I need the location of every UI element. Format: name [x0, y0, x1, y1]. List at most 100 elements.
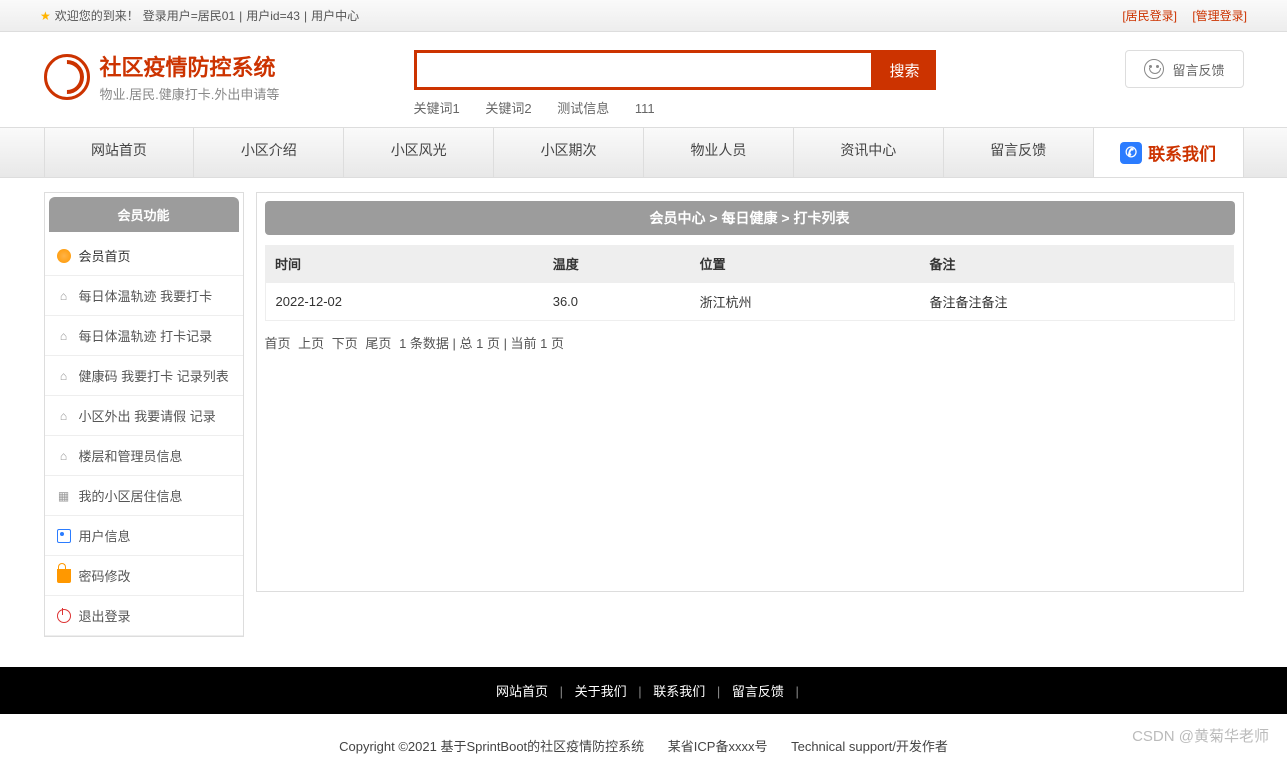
login-user: 登录用户=居民01 [143, 7, 235, 24]
home-icon: ⌂ [57, 449, 71, 463]
tech-text: Technical support/开发作者 [791, 739, 948, 754]
breadcrumb: 会员中心 > 每日健康 > 打卡列表 [265, 201, 1235, 235]
cell-time: 2022-12-02 [265, 283, 543, 321]
sep: | [239, 9, 242, 23]
records-table: 时间 温度 位置 备注 2022-12-02 36.0 浙江杭州 备注备注备注 [265, 245, 1235, 321]
nav-phase[interactable]: 小区期次 [494, 128, 644, 177]
feedback-button[interactable]: 留言反馈 [1125, 50, 1243, 88]
sep: | [304, 9, 307, 23]
home-icon: ⌂ [57, 289, 71, 303]
resident-login-link[interactable]: [居民登录] [1122, 9, 1177, 23]
sidebar-title: 会员功能 [49, 197, 239, 232]
nav-staff[interactable]: 物业人员 [644, 128, 794, 177]
footer-link-feedback[interactable]: 留言反馈 [732, 684, 784, 699]
power-icon [57, 609, 71, 623]
sidebar-item-home[interactable]: 会员首页 [45, 236, 243, 276]
nav-feedback[interactable]: 留言反馈 [944, 128, 1094, 177]
footer-links: 网站首页 | 关于我们 | 联系我们 | 留言反馈 | [0, 667, 1287, 714]
phone-icon: ✆ [1120, 142, 1142, 164]
circle-icon [57, 249, 71, 263]
sidebar-item-label: 每日体温轨迹 打卡记录 [79, 326, 213, 345]
nav: 网站首页 小区介绍 小区风光 小区期次 物业人员 资讯中心 留言反馈 ✆ 联系我… [0, 127, 1287, 178]
grid-icon: ▦ [57, 489, 71, 503]
pager-summary: 1 条数据 | 总 1 页 | 当前 1 页 [399, 336, 564, 351]
th-temp: 温度 [543, 245, 690, 283]
footer-link-about[interactable]: 关于我们 [575, 684, 627, 699]
lock-icon [57, 569, 71, 583]
feedback-label: 留言反馈 [1172, 60, 1224, 79]
footer-link-home[interactable]: 网站首页 [496, 684, 548, 699]
watermark: CSDN @黄菊华老师 [1132, 725, 1269, 746]
star-icon: ★ [40, 9, 51, 23]
nav-news[interactable]: 资讯中心 [794, 128, 944, 177]
pager: 首页 上页 下页 尾页 1 条数据 | 总 1 页 | 当前 1 页 [265, 333, 1235, 352]
header: 社区疫情防控系统 物业.居民.健康打卡.外出申请等 搜索 关键词1 关键词2 测… [44, 32, 1244, 127]
table-header-row: 时间 温度 位置 备注 [265, 245, 1234, 283]
card-icon [57, 529, 71, 543]
brand-subtitle: 物业.居民.健康打卡.外出申请等 [100, 84, 280, 103]
user-id: 用户id=43 [246, 7, 300, 24]
home-icon: ⌂ [57, 369, 71, 383]
th-time: 时间 [265, 245, 543, 283]
copyright-text: Copyright ©2021 基于SprintBoot的社区疫情防控系统 [339, 739, 644, 754]
face-icon [1144, 59, 1164, 79]
footer-copy: Copyright ©2021 基于SprintBoot的社区疫情防控系统 某省… [0, 714, 1287, 777]
search-block: 搜索 关键词1 关键词2 测试信息 111 [414, 50, 1106, 117]
brand-title: 社区疫情防控系统 [100, 50, 280, 82]
logo-icon [44, 54, 90, 100]
footer-link-contact[interactable]: 联系我们 [653, 684, 705, 699]
sidebar-item-temp-checkin[interactable]: ⌂ 每日体温轨迹 我要打卡 [45, 276, 243, 316]
keyword-link[interactable]: 111 [635, 101, 655, 116]
logo-block: 社区疫情防控系统 物业.居民.健康打卡.外出申请等 [44, 50, 414, 103]
icp-text: 某省ICP备xxxx号 [668, 739, 768, 754]
topbar-left: ★ 欢迎您的到来！ 登录用户=居民01 | 用户id=43 | 用户中心 [40, 7, 359, 24]
admin-login-link[interactable]: [管理登录] [1192, 9, 1247, 23]
sidebar-item-leave[interactable]: ⌂ 小区外出 我要请假 记录 [45, 396, 243, 436]
search-input[interactable] [414, 50, 874, 90]
sidebar-item-label: 健康码 我要打卡 记录列表 [79, 366, 229, 385]
cell-note: 备注备注备注 [920, 283, 1235, 321]
table-row: 2022-12-02 36.0 浙江杭州 备注备注备注 [265, 283, 1234, 321]
welcome-text: 欢迎您的到来！ [55, 7, 139, 24]
sidebar-item-residence[interactable]: ▦ 我的小区居住信息 [45, 476, 243, 516]
search-button[interactable]: 搜索 [874, 50, 936, 90]
sidebar: 会员功能 会员首页 ⌂ 每日体温轨迹 我要打卡 ⌂ 每日体温轨迹 打卡记录 ⌂ … [44, 192, 244, 637]
main: 会员功能 会员首页 ⌂ 每日体温轨迹 我要打卡 ⌂ 每日体温轨迹 打卡记录 ⌂ … [44, 192, 1244, 637]
sidebar-item-label: 会员首页 [79, 246, 131, 265]
sidebar-item-floor-admin[interactable]: ⌂ 楼层和管理员信息 [45, 436, 243, 476]
nav-contact-label: 联系我们 [1148, 140, 1216, 165]
sidebar-item-label: 退出登录 [79, 606, 131, 625]
sidebar-item-label: 密码修改 [79, 566, 131, 585]
nav-home[interactable]: 网站首页 [44, 128, 195, 177]
cell-loc: 浙江杭州 [690, 283, 920, 321]
home-icon: ⌂ [57, 329, 71, 343]
keyword-link[interactable]: 测试信息 [557, 101, 609, 116]
cell-temp: 36.0 [543, 283, 690, 321]
sidebar-item-label: 我的小区居住信息 [79, 486, 183, 505]
home-icon: ⌂ [57, 409, 71, 423]
pager-prev[interactable]: 上页 [298, 336, 324, 351]
keyword-link[interactable]: 关键词1 [414, 101, 460, 116]
sidebar-item-healthcode[interactable]: ⌂ 健康码 我要打卡 记录列表 [45, 356, 243, 396]
pager-next[interactable]: 下页 [332, 336, 358, 351]
pager-last[interactable]: 尾页 [365, 336, 391, 351]
sidebar-item-password[interactable]: 密码修改 [45, 556, 243, 596]
nav-scenery[interactable]: 小区风光 [344, 128, 494, 177]
sidebar-item-label: 楼层和管理员信息 [79, 446, 183, 465]
sidebar-item-temp-record[interactable]: ⌂ 每日体温轨迹 打卡记录 [45, 316, 243, 356]
sidebar-item-label: 小区外出 我要请假 记录 [79, 406, 216, 425]
search-keywords: 关键词1 关键词2 测试信息 111 [414, 98, 1106, 117]
nav-contact[interactable]: ✆ 联系我们 [1094, 128, 1244, 177]
topbar: ★ 欢迎您的到来！ 登录用户=居民01 | 用户id=43 | 用户中心 [居民… [0, 0, 1287, 32]
keyword-link[interactable]: 关键词2 [485, 101, 531, 116]
sidebar-item-label: 用户信息 [79, 526, 131, 545]
sidebar-item-label: 每日体温轨迹 我要打卡 [79, 286, 213, 305]
sidebar-item-logout[interactable]: 退出登录 [45, 596, 243, 636]
th-note: 备注 [920, 245, 1235, 283]
pager-first[interactable]: 首页 [265, 336, 291, 351]
user-center-link[interactable]: 用户中心 [311, 7, 359, 24]
sidebar-item-userinfo[interactable]: 用户信息 [45, 516, 243, 556]
th-loc: 位置 [690, 245, 920, 283]
nav-intro[interactable]: 小区介绍 [194, 128, 344, 177]
content: 会员中心 > 每日健康 > 打卡列表 时间 温度 位置 备注 2022-12-0… [256, 192, 1244, 592]
